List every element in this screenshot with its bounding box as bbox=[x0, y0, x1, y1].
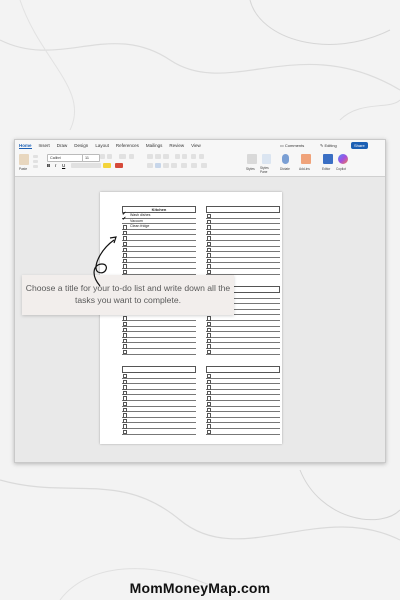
tab-references[interactable]: References bbox=[116, 143, 139, 148]
checkbox-icon[interactable] bbox=[123, 429, 128, 435]
todo-list bbox=[122, 366, 196, 435]
tab-draw[interactable]: Draw bbox=[57, 143, 68, 148]
shrink-font-icon[interactable] bbox=[107, 154, 112, 159]
todo-item[interactable] bbox=[206, 349, 280, 355]
numbering-icon[interactable] bbox=[155, 154, 161, 159]
editing-button[interactable]: ✎ Editing bbox=[317, 142, 340, 149]
highlight-color-icon[interactable] bbox=[103, 163, 111, 168]
styles-pane-label: Styles Pane bbox=[260, 166, 269, 174]
show-marks-icon[interactable] bbox=[199, 154, 204, 159]
todo-list: Kitchen ✔ Wash dishes ✔ Vacuum Clean fridge bbox=[122, 206, 196, 275]
tab-home[interactable]: Home bbox=[19, 143, 32, 149]
tab-layout[interactable]: Layout bbox=[95, 143, 109, 148]
todo-item-text: Clean fridge bbox=[130, 224, 150, 229]
todo-list-title[interactable] bbox=[206, 366, 280, 373]
line-spacing-icon[interactable] bbox=[181, 163, 187, 168]
underline-button[interactable]: U bbox=[62, 163, 67, 168]
brand-watermark: MomMoneyMap.com bbox=[129, 580, 271, 596]
borders-icon[interactable] bbox=[201, 163, 207, 168]
decrease-indent-icon[interactable] bbox=[175, 154, 180, 159]
editor-icon[interactable] bbox=[323, 154, 333, 164]
text-effects-group[interactable] bbox=[71, 163, 101, 168]
instruction-callout: Choose a title for your to-do list and w… bbox=[22, 275, 234, 315]
comments-button[interactable]: ▭ Comments bbox=[277, 142, 307, 149]
share-button[interactable]: Share bbox=[351, 142, 368, 149]
checkbox-icon[interactable] bbox=[123, 349, 128, 355]
cut-icon[interactable] bbox=[33, 155, 38, 158]
copilot-label: Copilot bbox=[336, 167, 346, 171]
todo-list-title[interactable] bbox=[122, 366, 196, 373]
todo-item[interactable] bbox=[122, 349, 196, 355]
change-case-icon[interactable] bbox=[119, 154, 126, 159]
italic-button[interactable]: I bbox=[55, 163, 60, 168]
align-center-icon[interactable] bbox=[155, 163, 161, 168]
tab-insert[interactable]: Insert bbox=[39, 143, 50, 148]
add-ins-label: Add-ins bbox=[299, 167, 310, 171]
tab-review[interactable]: Review bbox=[169, 143, 184, 148]
paste-icon[interactable] bbox=[19, 154, 29, 165]
add-ins-icon[interactable] bbox=[301, 154, 311, 164]
copilot-icon[interactable] bbox=[338, 154, 348, 164]
todo-list bbox=[206, 206, 280, 275]
styles-gallery-icon[interactable] bbox=[247, 154, 257, 164]
paste-label: Paste bbox=[19, 167, 28, 171]
font-name-select[interactable]: Calibri bbox=[47, 154, 83, 162]
todo-item-text: Wash dishes bbox=[130, 213, 151, 217]
todo-item-text: Vacuum bbox=[130, 218, 143, 223]
arrow-icon bbox=[93, 236, 117, 287]
todo-item[interactable] bbox=[206, 429, 280, 435]
dictate-label: Dictate bbox=[280, 167, 290, 171]
bold-button[interactable]: B bbox=[47, 163, 52, 168]
todo-item[interactable] bbox=[206, 269, 280, 275]
multilevel-list-icon[interactable] bbox=[163, 154, 169, 159]
todo-item[interactable] bbox=[122, 269, 196, 275]
todo-list-title[interactable] bbox=[206, 206, 280, 213]
checkbox-icon[interactable] bbox=[207, 429, 212, 435]
font-color-icon[interactable] bbox=[115, 163, 123, 168]
grow-font-icon[interactable] bbox=[100, 154, 105, 159]
ribbon-tab-bar: Home Insert Draw Design Layout Reference… bbox=[15, 140, 385, 151]
styles-label: Styles bbox=[246, 167, 255, 171]
tab-mailings[interactable]: Mailings bbox=[146, 143, 163, 148]
styles-pane-icon[interactable] bbox=[262, 154, 271, 164]
shading-icon[interactable] bbox=[191, 163, 197, 168]
align-right-icon[interactable] bbox=[163, 163, 169, 168]
format-painter-icon[interactable] bbox=[33, 165, 38, 168]
tab-design[interactable]: Design bbox=[74, 143, 88, 148]
copy-icon[interactable] bbox=[33, 160, 38, 163]
ribbon: Paste Calibri 11 B I U Styles Styles Pan… bbox=[15, 151, 385, 177]
clear-formatting-icon[interactable] bbox=[129, 154, 134, 159]
justify-icon[interactable] bbox=[171, 163, 177, 168]
todo-list-title[interactable]: Kitchen bbox=[122, 206, 196, 213]
sort-icon[interactable] bbox=[191, 154, 196, 159]
tab-view[interactable]: View bbox=[191, 143, 201, 148]
editor-label: Editor bbox=[322, 167, 331, 171]
checkmark-icon[interactable]: ✔ bbox=[122, 217, 126, 222]
align-left-icon[interactable] bbox=[147, 163, 153, 168]
checkbox-icon[interactable] bbox=[207, 269, 212, 275]
font-size-select[interactable]: 11 bbox=[82, 154, 100, 162]
increase-indent-icon[interactable] bbox=[182, 154, 187, 159]
bullets-icon[interactable] bbox=[147, 154, 153, 159]
microphone-icon[interactable] bbox=[282, 154, 289, 164]
todo-item[interactable] bbox=[122, 429, 196, 435]
checkbox-icon[interactable] bbox=[207, 349, 212, 355]
todo-list bbox=[206, 366, 280, 435]
